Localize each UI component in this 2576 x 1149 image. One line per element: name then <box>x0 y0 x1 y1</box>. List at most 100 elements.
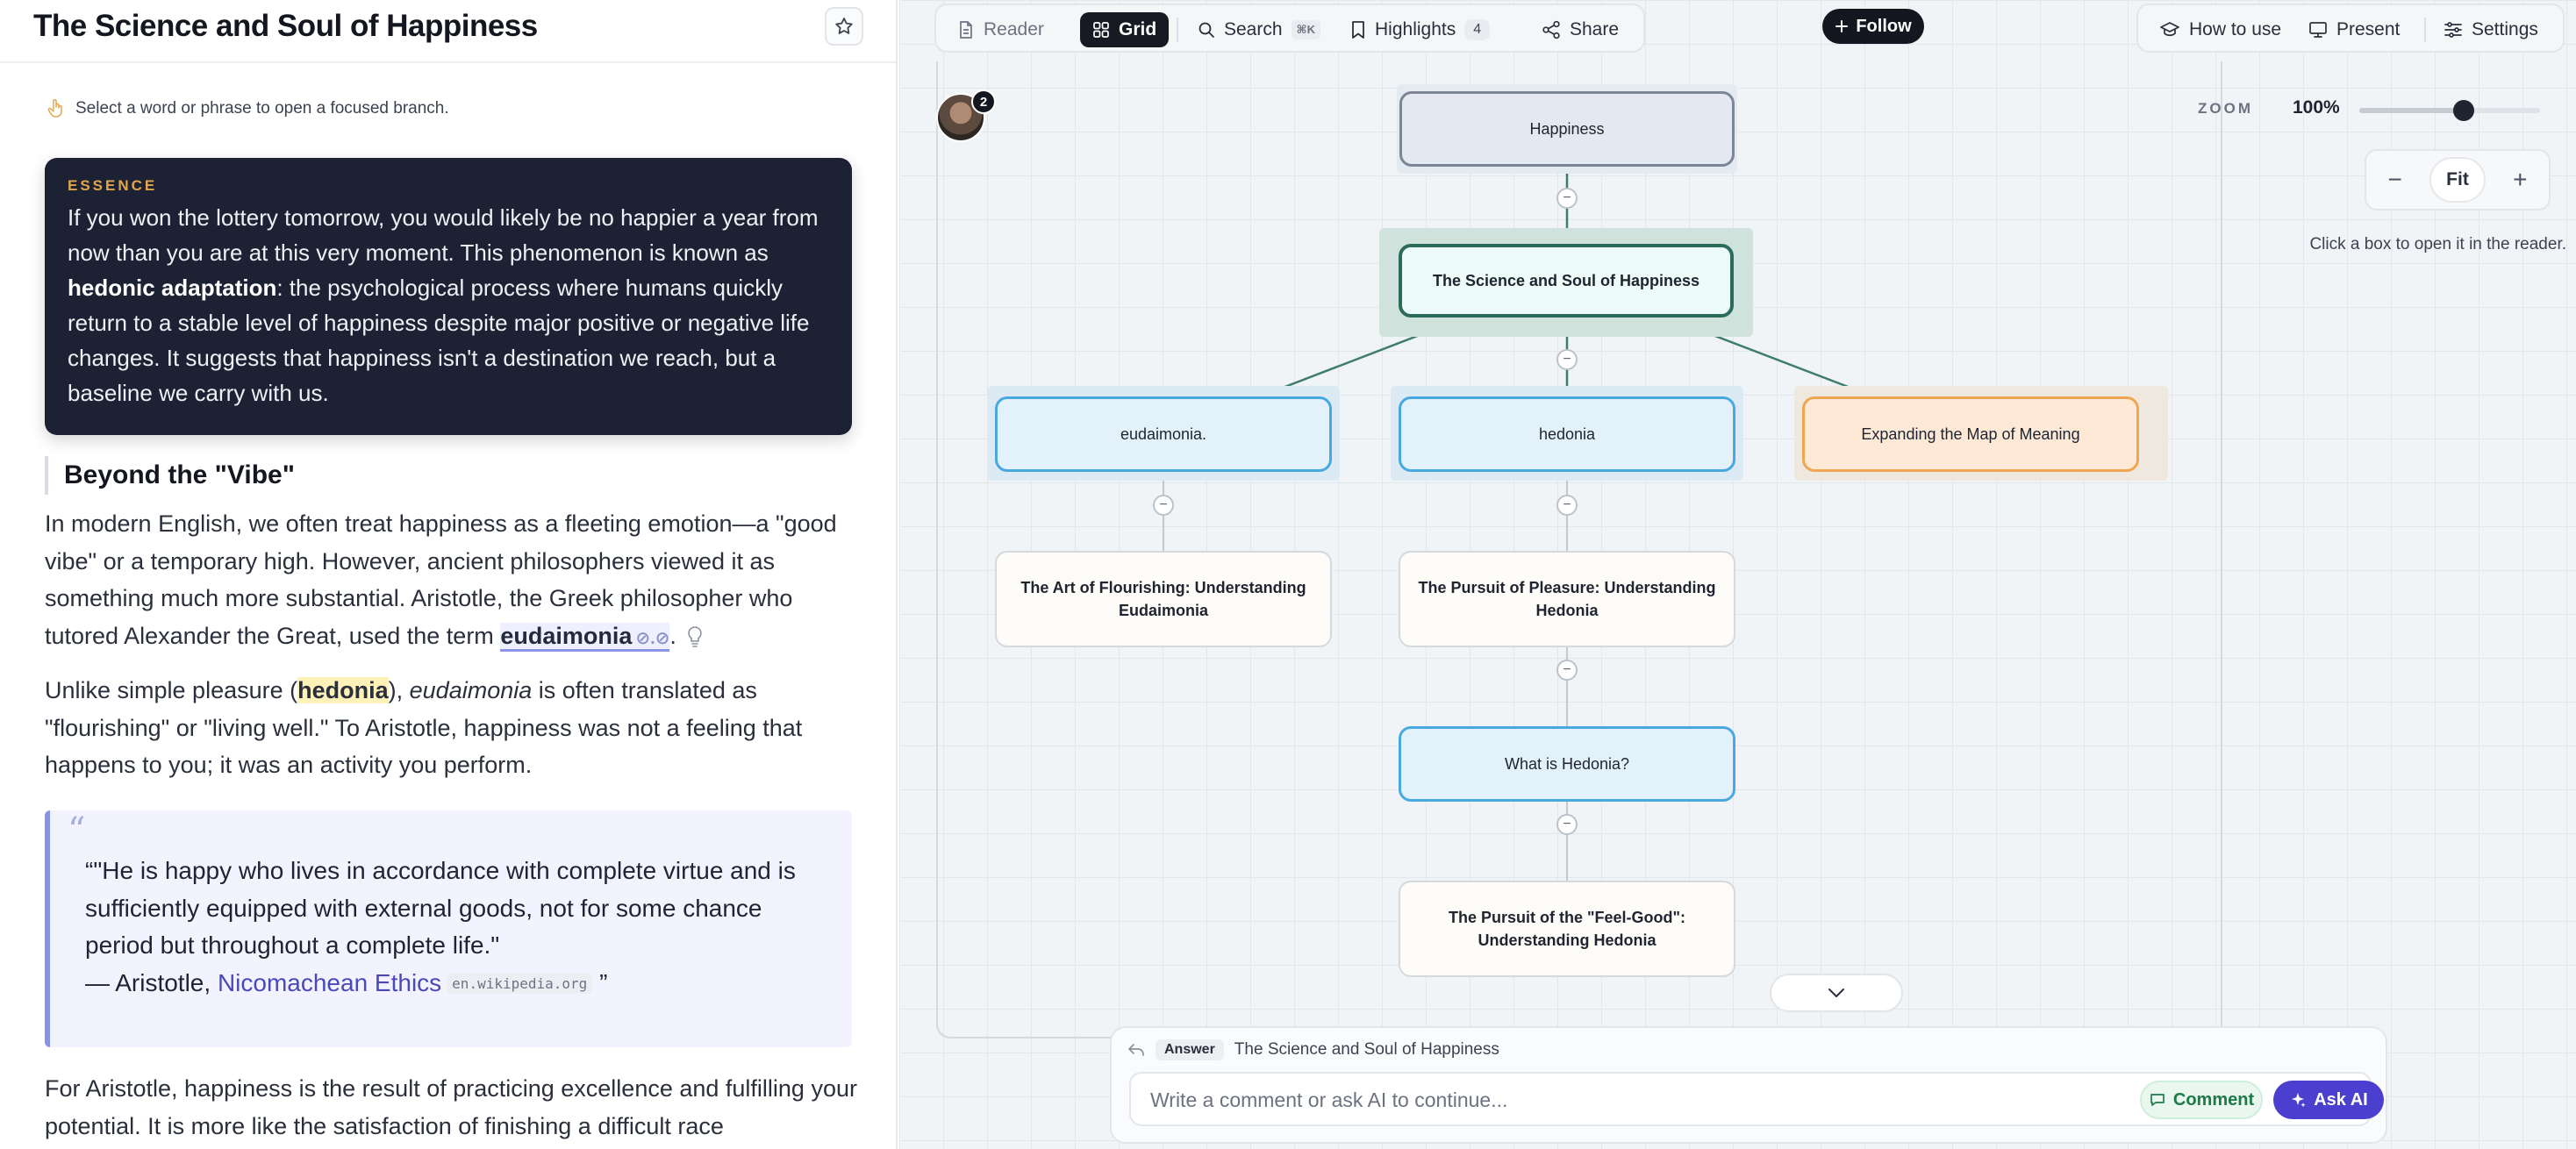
reply-arrow-icon <box>1127 1043 1145 1057</box>
document-title: The Science and Soul of Happiness <box>33 9 538 43</box>
composer: Answer The Science and Soul of Happiness… <box>1110 1026 2387 1144</box>
ask-ai-label: Ask AI <box>2314 1089 2368 1110</box>
source-link[interactable]: Nicomachean Ethics <box>218 969 441 996</box>
zoom-value: 100% <box>2293 97 2340 118</box>
star-icon <box>834 16 855 37</box>
essence-card: ESSENCE If you won the lottery tomorrow,… <box>45 158 852 435</box>
present-button[interactable]: Present <box>2296 12 2412 47</box>
paragraph-text: Unlike simple pleasure ( <box>45 677 298 703</box>
collapse-toggle[interactable]: − <box>1556 188 1578 209</box>
collapse-toggle[interactable]: − <box>1556 349 1578 370</box>
node-science-and-soul[interactable]: The Science and Soul of Happiness <box>1399 244 1734 318</box>
chevron-down-icon <box>1827 987 1846 999</box>
how-to-use-button[interactable]: How to use <box>2147 12 2293 47</box>
highlights-button[interactable]: Highlights 4 <box>1338 12 1502 47</box>
plus-icon <box>1835 19 1849 33</box>
quote-body: “"He is happy who lives in accordance wi… <box>85 857 796 959</box>
follow-button[interactable]: Follow <box>1822 9 1924 44</box>
zoom-out-button[interactable]: − <box>2372 157 2418 203</box>
italic-term: eudaimonia <box>409 677 533 703</box>
grid-view-label: Grid <box>1119 19 1157 39</box>
node-eudaimonia[interactable]: eudaimonia. <box>995 396 1332 472</box>
essence-label: ESSENCE <box>68 177 158 194</box>
node-feel-good[interactable]: The Pursuit of the "Feel-Good": Understa… <box>1399 881 1735 977</box>
highlighted-term-hedonia[interactable]: hedonia <box>297 677 389 703</box>
node-pursuit-of-pleasure[interactable]: The Pursuit of Pleasure: Understanding H… <box>1399 551 1735 647</box>
branch-link-label: eudaimonia <box>500 622 633 649</box>
search-button[interactable]: Search ⌘K <box>1185 12 1333 47</box>
branch-link-eudaimonia[interactable]: eudaimonia ⊘.⊘ <box>500 622 670 652</box>
lightbulb-icon[interactable] <box>686 625 704 648</box>
zoom-controls: − Fit + <box>2365 149 2551 211</box>
grid-view-button[interactable]: Grid <box>1080 12 1170 47</box>
node-what-is-hedonia[interactable]: What is Hedonia? <box>1399 726 1735 802</box>
collapse-toggle[interactable]: − <box>1556 495 1578 516</box>
graduation-cap-icon <box>2159 21 2180 39</box>
paragraph-text: In modern English, we often treat happin… <box>45 510 837 649</box>
essence-key-term[interactable]: hedonic adaptation <box>68 275 276 301</box>
scroll-down-button[interactable] <box>1770 974 1903 1012</box>
highlights-count-badge: 4 <box>1464 19 1491 40</box>
paragraph: For Aristotle, happiness is the result o… <box>45 1075 857 1139</box>
grid-icon <box>1092 21 1110 39</box>
quote-text: “"He is happy who lives in accordance wi… <box>85 853 831 1003</box>
collapse-toggle[interactable]: − <box>1556 660 1578 681</box>
help-toolbar: How to use Present Settings <box>2136 4 2565 53</box>
sparkle-icon <box>2289 1091 2307 1109</box>
present-label: Present <box>2336 19 2401 39</box>
ask-ai-button[interactable]: Ask AI <box>2273 1081 2384 1119</box>
paragraph: In modern English, we often treat happin… <box>45 505 861 657</box>
zoom-in-button[interactable]: + <box>2497 157 2543 203</box>
zoom-slider-fill <box>2359 108 2465 113</box>
bookmark-icon <box>1350 20 1366 39</box>
share-button[interactable]: Share <box>1529 12 1631 47</box>
canvas-hint: Click a box to open it in the reader. <box>2309 235 2566 253</box>
answer-chip: Answer <box>1156 1039 1224 1060</box>
collapse-toggle[interactable]: − <box>1556 814 1578 835</box>
reader-view-button[interactable]: Reader <box>945 12 1056 47</box>
collapse-toggle[interactable]: − <box>1153 495 1174 516</box>
share-icon <box>1542 20 1561 39</box>
search-label: Search <box>1224 19 1283 39</box>
paragraph-text: ), <box>388 677 410 703</box>
link-icon: ⊘.⊘ <box>635 628 670 648</box>
zoom-slider-handle[interactable] <box>2453 100 2475 121</box>
presentation-icon <box>2308 20 2328 39</box>
comment-button[interactable]: Comment <box>2140 1081 2263 1119</box>
search-icon <box>1198 21 1215 39</box>
highlights-label: Highlights <box>1375 19 1456 39</box>
toolbar-divider <box>1177 18 1178 42</box>
settings-button[interactable]: Settings <box>2431 12 2551 47</box>
section-heading-text: Beyond the "Vibe" <box>64 460 295 489</box>
collaborator-count-badge: 2 <box>971 89 996 114</box>
quote-mark-icon: “ <box>68 810 86 851</box>
node-expanding-map[interactable]: Expanding the Map of Meaning <box>1802 396 2139 472</box>
composer-input-box: Comment Ask AI <box>1129 1072 2384 1126</box>
mind-map-canvas[interactable]: Reader Grid Search ⌘K Highlights 4 Share… <box>899 0 2576 1149</box>
hint-text: Select a word or phrase to open a focuse… <box>75 99 449 118</box>
reader-pane: The Science and Soul of Happiness Select… <box>0 0 898 1149</box>
source-domain-chip[interactable]: en.wikipedia.org <box>447 973 593 994</box>
hand-pointer-icon <box>47 99 63 118</box>
zoom-slider[interactable] <box>2359 100 2540 121</box>
toolbar-divider <box>2424 18 2426 42</box>
essence-text: If you won the lottery tomorrow, you wou… <box>68 200 829 410</box>
document-icon <box>957 20 975 39</box>
node-happiness[interactable]: Happiness <box>1399 91 1735 167</box>
reader-header: The Science and Soul of Happiness <box>0 0 896 63</box>
comment-input[interactable] <box>1150 1084 2115 1116</box>
fit-button[interactable]: Fit <box>2429 157 2486 203</box>
share-label: Share <box>1570 19 1620 39</box>
settings-label: Settings <box>2472 19 2538 39</box>
node-hedonia[interactable]: hedonia <box>1399 396 1735 472</box>
paragraph-suffix: . <box>669 622 676 649</box>
reply-context: Answer The Science and Soul of Happiness <box>1127 1037 1499 1063</box>
comment-label: Comment <box>2172 1089 2255 1110</box>
view-toolbar: Reader Grid Search ⌘K Highlights 4 Share <box>934 4 1645 53</box>
node-art-of-flourishing[interactable]: The Art of Flourishing: Understanding Eu… <box>995 551 1332 647</box>
favorite-button[interactable] <box>825 7 863 46</box>
reader-view-label: Reader <box>984 19 1044 39</box>
blockquote: “ “"He is happy who lives in accordance … <box>45 810 852 1047</box>
quote-attribution: — Aristotle, <box>85 968 218 996</box>
sliders-icon <box>2444 21 2463 39</box>
